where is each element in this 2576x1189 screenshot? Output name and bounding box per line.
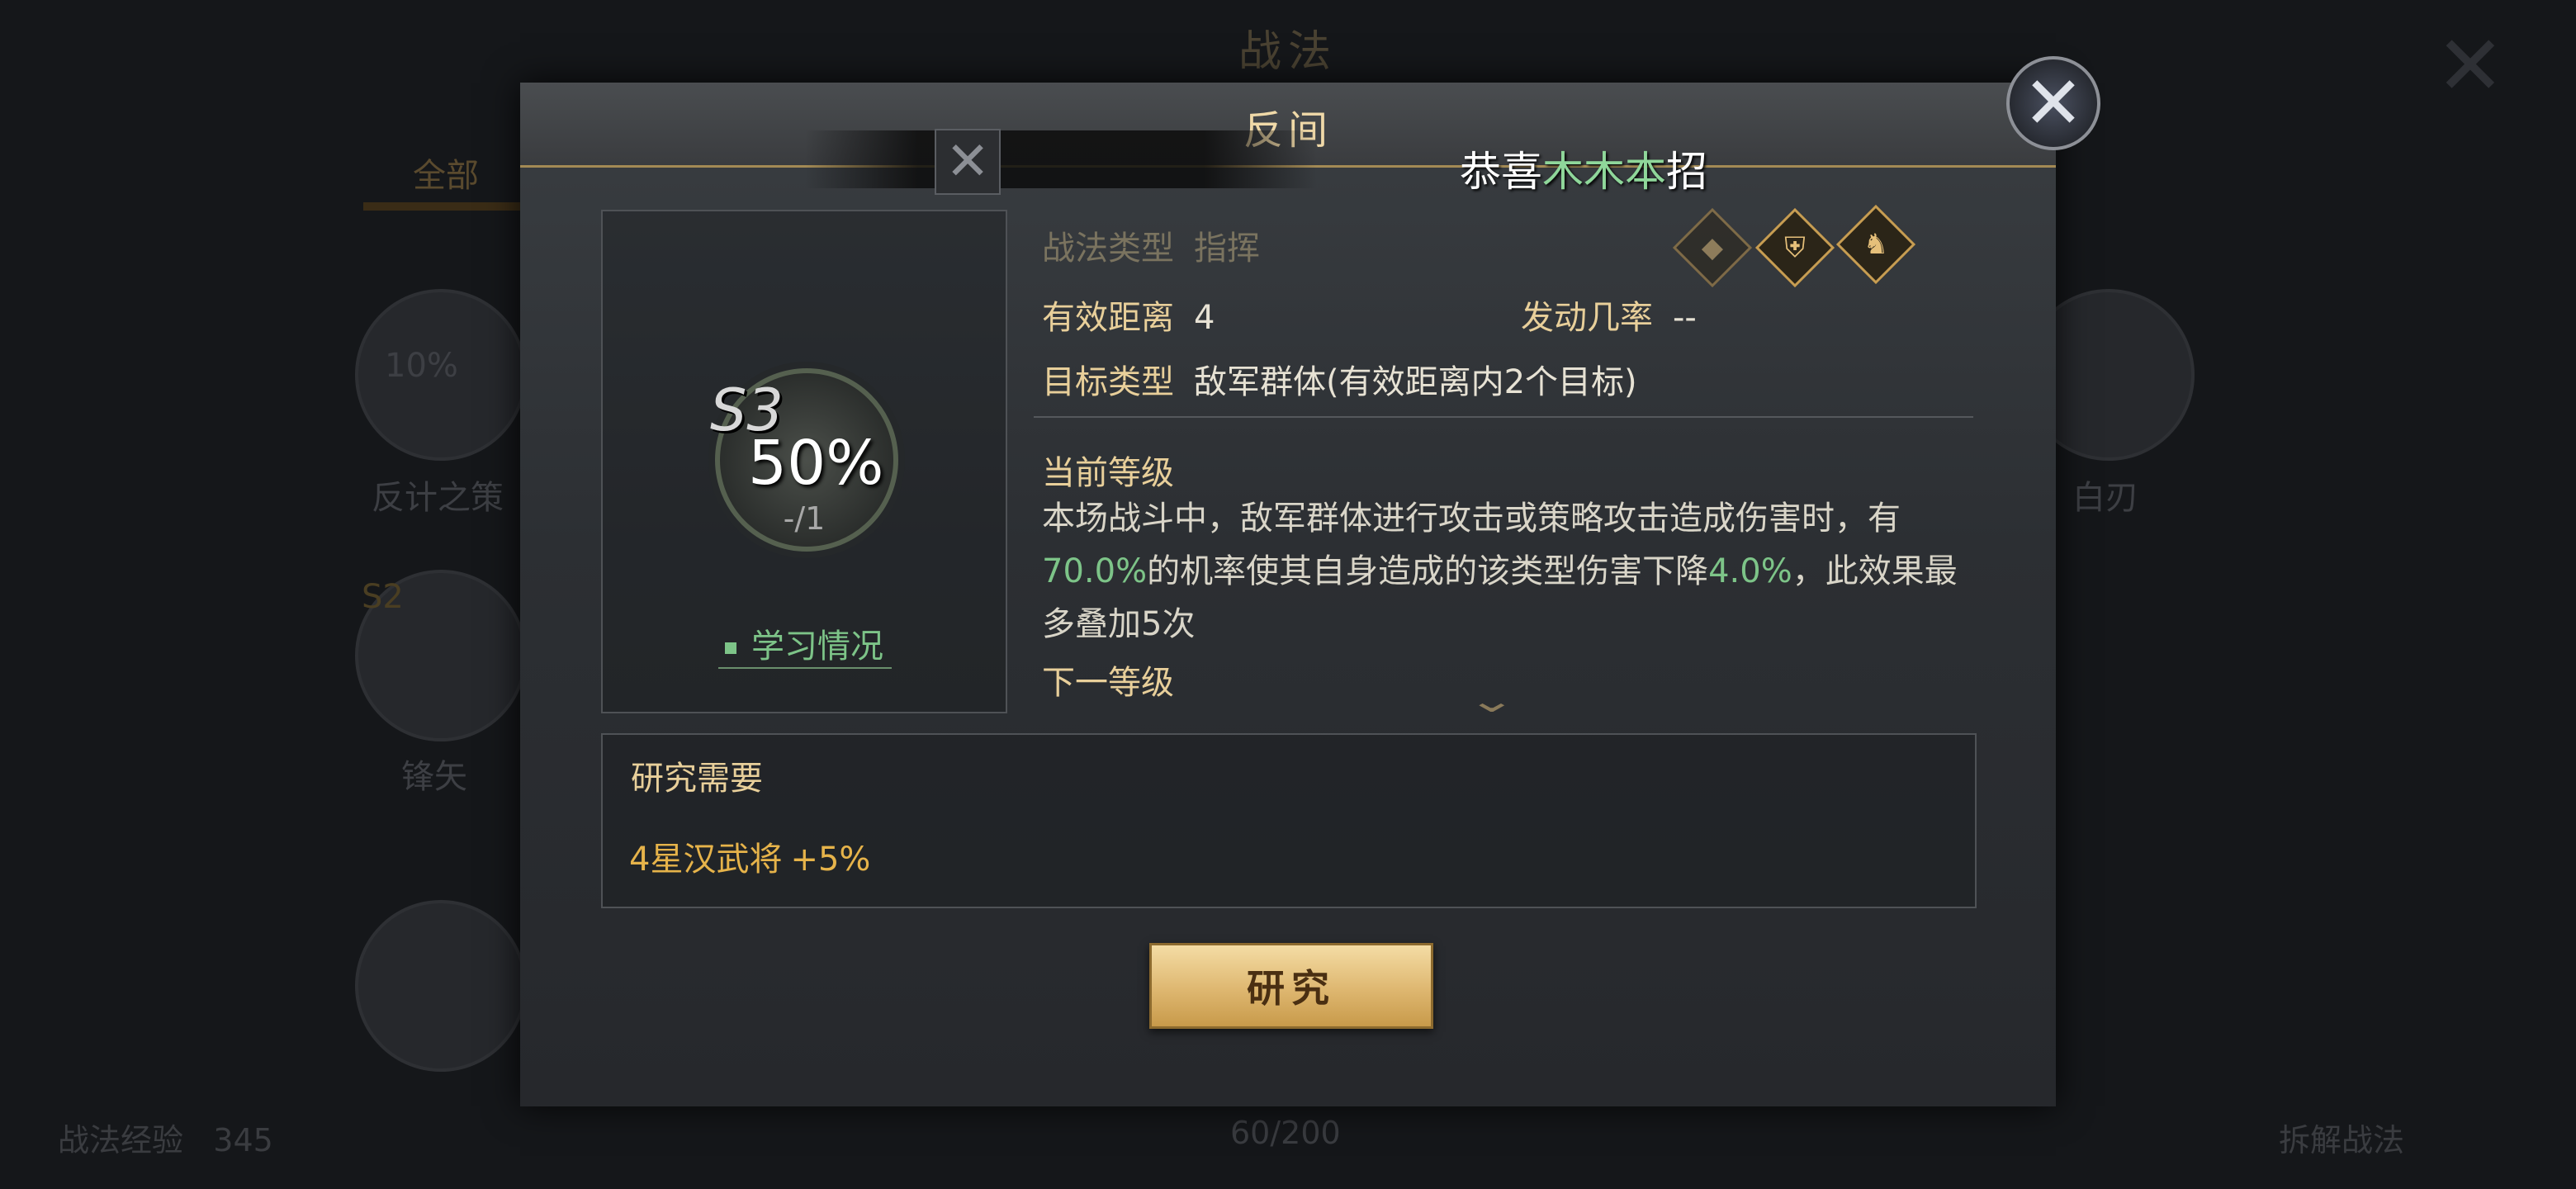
background-tab-all: 全部 (413, 157, 479, 195)
skill-progress-percent: 50% (748, 428, 884, 499)
background-card-percent: 10% (385, 347, 458, 385)
background-capacity: 60/200 (1230, 1115, 1341, 1151)
skill-summary-box: S3 50% -/1 学习情况 (601, 210, 1007, 713)
background-card-grade: S2 (362, 578, 404, 616)
learn-status-underline (718, 667, 892, 669)
research-requirement: 4星汉武将 +5% (629, 841, 871, 879)
background-dismantle: 拆解战法 (2279, 1122, 2405, 1158)
close-icon: ✕ (2023, 60, 2084, 145)
research-requirement-box: 研究需要 4星汉武将 +5% (601, 733, 1977, 908)
background-exp: 战法经验 345 (58, 1122, 273, 1158)
background-skill-card (355, 900, 527, 1072)
research-title: 研究需要 (631, 760, 763, 798)
close-button[interactable]: ✕ (2006, 56, 2100, 150)
skill-description: 本场战斗中，敌军群体进行攻击或策略攻击造成伤害时，有70.0%的机率使其自身造成… (1042, 500, 1958, 643)
section-divider (1034, 416, 1973, 418)
learn-status-link[interactable]: 学习情况 (603, 619, 1006, 667)
skill-type-row: 战法类型 指挥 (1042, 230, 1260, 268)
background-tab-indicator (363, 202, 528, 211)
notification-toast (805, 130, 1317, 188)
background-title: 战法 (1238, 27, 1338, 77)
chevron-down-icon[interactable]: ⌄ (1467, 682, 1517, 720)
status-dot-icon (725, 642, 736, 654)
toast-close-button[interactable]: ✕ (935, 129, 1001, 195)
background-card-label: 白刃 (2072, 479, 2138, 517)
next-level-heading: 下一等级 (1042, 664, 1174, 702)
skill-rate-row: 发动几率 -- (1521, 299, 1697, 337)
skill-count: -/1 (783, 500, 826, 537)
background-card-label: 锋矢 (401, 758, 467, 796)
research-button[interactable]: 研究 (1149, 943, 1433, 1029)
current-level-heading: 当前等级 (1042, 454, 1174, 492)
background-card-label: 反计之策 (372, 479, 504, 517)
background-close-icon: ✕ (2436, 17, 2505, 114)
skill-range-row: 有效距离 4 (1042, 299, 1215, 337)
skill-target-row: 目标类型 敌军群体(有效距离内2个目标) (1042, 363, 1637, 401)
toast-message: 恭喜木木本招 (1460, 148, 1707, 196)
